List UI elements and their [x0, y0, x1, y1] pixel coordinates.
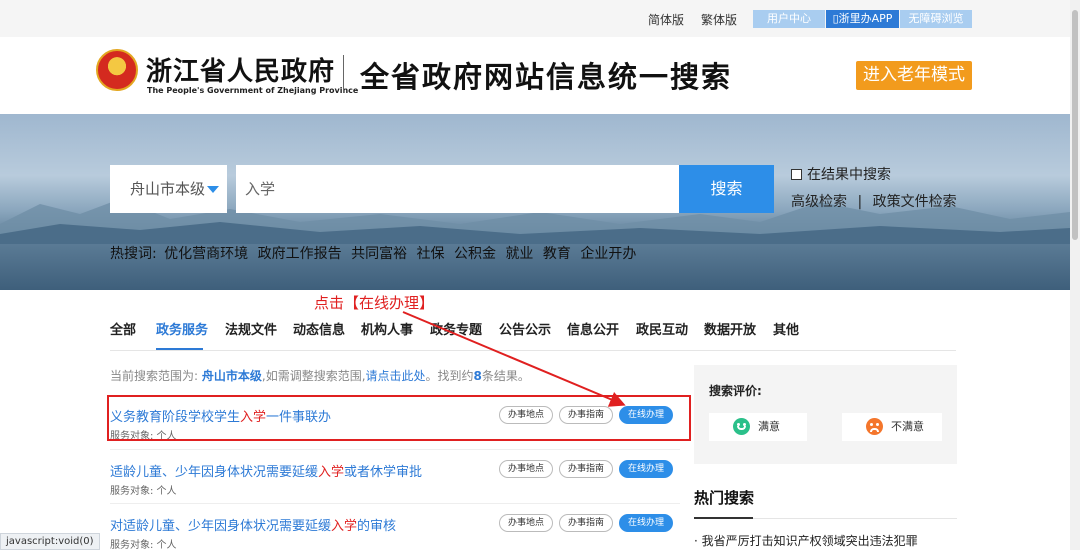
search-evaluation-panel: 搜索评价: 满意 不满意 [694, 365, 957, 464]
online-handling-button[interactable]: 在线办理 [619, 460, 673, 478]
government-name: 浙江省人民政府 [146, 57, 336, 87]
zheliban-app-link[interactable]: ▯浙里办APP [826, 10, 899, 28]
simplified-chinese-link[interactable]: 简体版 [648, 11, 684, 28]
tab-government-services[interactable]: 政务服务 [156, 319, 208, 338]
scrollbar-thumb[interactable] [1072, 10, 1078, 240]
policy-document-search-link[interactable]: 政策文件检索 [873, 194, 957, 210]
search-button[interactable]: 搜索 [679, 165, 774, 213]
scope-found-prefix: 。找到约 [425, 369, 474, 383]
search-in-results-checkbox[interactable] [791, 169, 802, 180]
result-divider [110, 503, 680, 504]
hot-search-item-text: 我省严厉打击知识产权领域突出违法犯罪 [701, 534, 918, 548]
result-title-text: 适龄儿童、少年因身体状况需要延缓 [110, 465, 319, 480]
hot-word[interactable]: 优化营商环境 [164, 246, 248, 262]
elder-mode-button[interactable]: 进入老年模式 [856, 61, 972, 90]
sad-face-icon [866, 418, 883, 435]
satisfied-label: 满意 [758, 420, 780, 433]
online-handling-button[interactable]: 在线办理 [619, 514, 673, 532]
site-title: 全省政府网站信息统一搜索 [360, 60, 733, 94]
annotation-text: 点击【在线办理】 [314, 294, 435, 312]
user-center-link[interactable]: 用户中心 [753, 10, 825, 28]
service-guide-button[interactable]: 办事指南 [559, 514, 613, 532]
scope-prefix: 当前搜索范围为: [110, 369, 202, 383]
result-count: 8 [473, 369, 482, 383]
unsatisfied-button[interactable]: 不满意 [842, 413, 942, 441]
scope-middle: ,如需调整搜索范围, [261, 369, 366, 383]
result-divider [110, 449, 680, 450]
satisfied-button[interactable]: 满意 [709, 413, 807, 441]
hot-words: 热搜词: 优化营商环境 政府工作报告 共同富裕 社保 公积金 就业 教育 企业开… [110, 243, 641, 263]
office-location-button[interactable]: 办事地点 [499, 460, 553, 478]
hot-word[interactable]: 政府工作报告 [258, 246, 342, 262]
page-scrollbar[interactable] [1070, 0, 1080, 550]
tab-open-data[interactable]: 数据开放 [704, 319, 756, 338]
office-location-button[interactable]: 办事地点 [499, 514, 553, 532]
result-title-text: 或者休学审批 [344, 465, 423, 480]
adjust-scope-link[interactable]: 请点击此处 [366, 369, 426, 383]
search-banner: 舟山市本级 入学 搜索 在结果中搜索 高级检索 | 政策文件检索 热搜词: 优化… [0, 114, 1070, 290]
zheliban-app-label: 浙里办APP [838, 12, 893, 25]
hot-search-underline [694, 517, 753, 519]
hot-word[interactable]: 社保 [417, 246, 445, 262]
hot-search-item[interactable]: · 我省严厉打击知识产权领域突出违法犯罪 [694, 532, 918, 549]
tab-announcements[interactable]: 公告公示 [499, 319, 551, 338]
traditional-chinese-link[interactable]: 繁体版 [701, 11, 737, 28]
result-title-highlight: 入学 [331, 519, 358, 534]
highlight-box [107, 395, 691, 441]
service-guide-button[interactable]: 办事指南 [559, 460, 613, 478]
search-in-results-label: 在结果中搜索 [807, 167, 891, 183]
hot-word[interactable]: 共同富裕 [351, 246, 407, 262]
tabs-divider [110, 350, 956, 351]
government-english-name: The People's Government of Zhejiang Prov… [147, 86, 359, 95]
tab-regulations[interactable]: 法规文件 [225, 319, 277, 338]
national-emblem-logo [96, 49, 138, 91]
hot-word[interactable]: 教育 [543, 246, 571, 262]
dropdown-triangle-icon [207, 186, 220, 193]
region-select[interactable]: 舟山市本级 [110, 165, 227, 213]
scope-found-suffix: 条结果。 [481, 369, 530, 383]
browser-status-bar: javascript:void(0) [0, 533, 100, 550]
scope-region: 舟山市本级 [201, 369, 262, 383]
evaluation-label: 搜索评价: [709, 384, 762, 398]
header-divider [343, 55, 344, 93]
hot-word[interactable]: 企业开办 [580, 246, 636, 262]
advanced-search-link[interactable]: 高级检索 [791, 194, 847, 210]
result-service-object: 服务对象: 个人 [110, 540, 177, 551]
search-input[interactable]: 入学 [236, 165, 680, 213]
hot-search-heading: 热门搜索 [694, 489, 755, 507]
link-separator: | [857, 194, 863, 210]
hot-word[interactable]: 公积金 [454, 246, 496, 262]
accessible-browsing-link[interactable]: 无障碍浏览 [900, 10, 972, 28]
tab-interaction[interactable]: 政民互动 [636, 319, 688, 338]
smile-face-icon [733, 418, 750, 435]
tab-all[interactable]: 全部 [110, 319, 136, 338]
tab-special-topics[interactable]: 政务专题 [430, 319, 482, 338]
hot-word[interactable]: 就业 [505, 246, 533, 262]
search-in-results-option[interactable]: 在结果中搜索 [791, 164, 891, 184]
site-header: 浙江省人民政府 The People's Government of Zheji… [0, 37, 1070, 114]
region-select-value: 舟山市本级 [130, 180, 206, 198]
result-title-text: 对适龄儿童、少年因身体状况需要延缓 [110, 519, 332, 534]
tab-news[interactable]: 动态信息 [293, 319, 345, 338]
bullet-icon: · [694, 534, 702, 548]
result-service-object: 服务对象: 个人 [110, 486, 177, 497]
result-title-highlight: 入学 [318, 465, 345, 480]
tab-other[interactable]: 其他 [773, 319, 799, 338]
search-scope-info: 当前搜索范围为: 舟山市本级,如需调整搜索范围,请点击此处。找到约8条结果。 [110, 367, 530, 384]
result-title-text: 的审核 [357, 519, 397, 534]
unsatisfied-label: 不满意 [891, 420, 924, 433]
tab-disclosure[interactable]: 信息公开 [567, 319, 619, 338]
hot-words-label: 热搜词: [110, 246, 157, 262]
top-utility-bar: 简体版 繁体版 用户中心 ▯浙里办APP 无障碍浏览 [0, 0, 1070, 37]
tab-personnel[interactable]: 机构人事 [361, 319, 413, 338]
advanced-search-links: 高级检索 | 政策文件检索 [791, 191, 957, 211]
